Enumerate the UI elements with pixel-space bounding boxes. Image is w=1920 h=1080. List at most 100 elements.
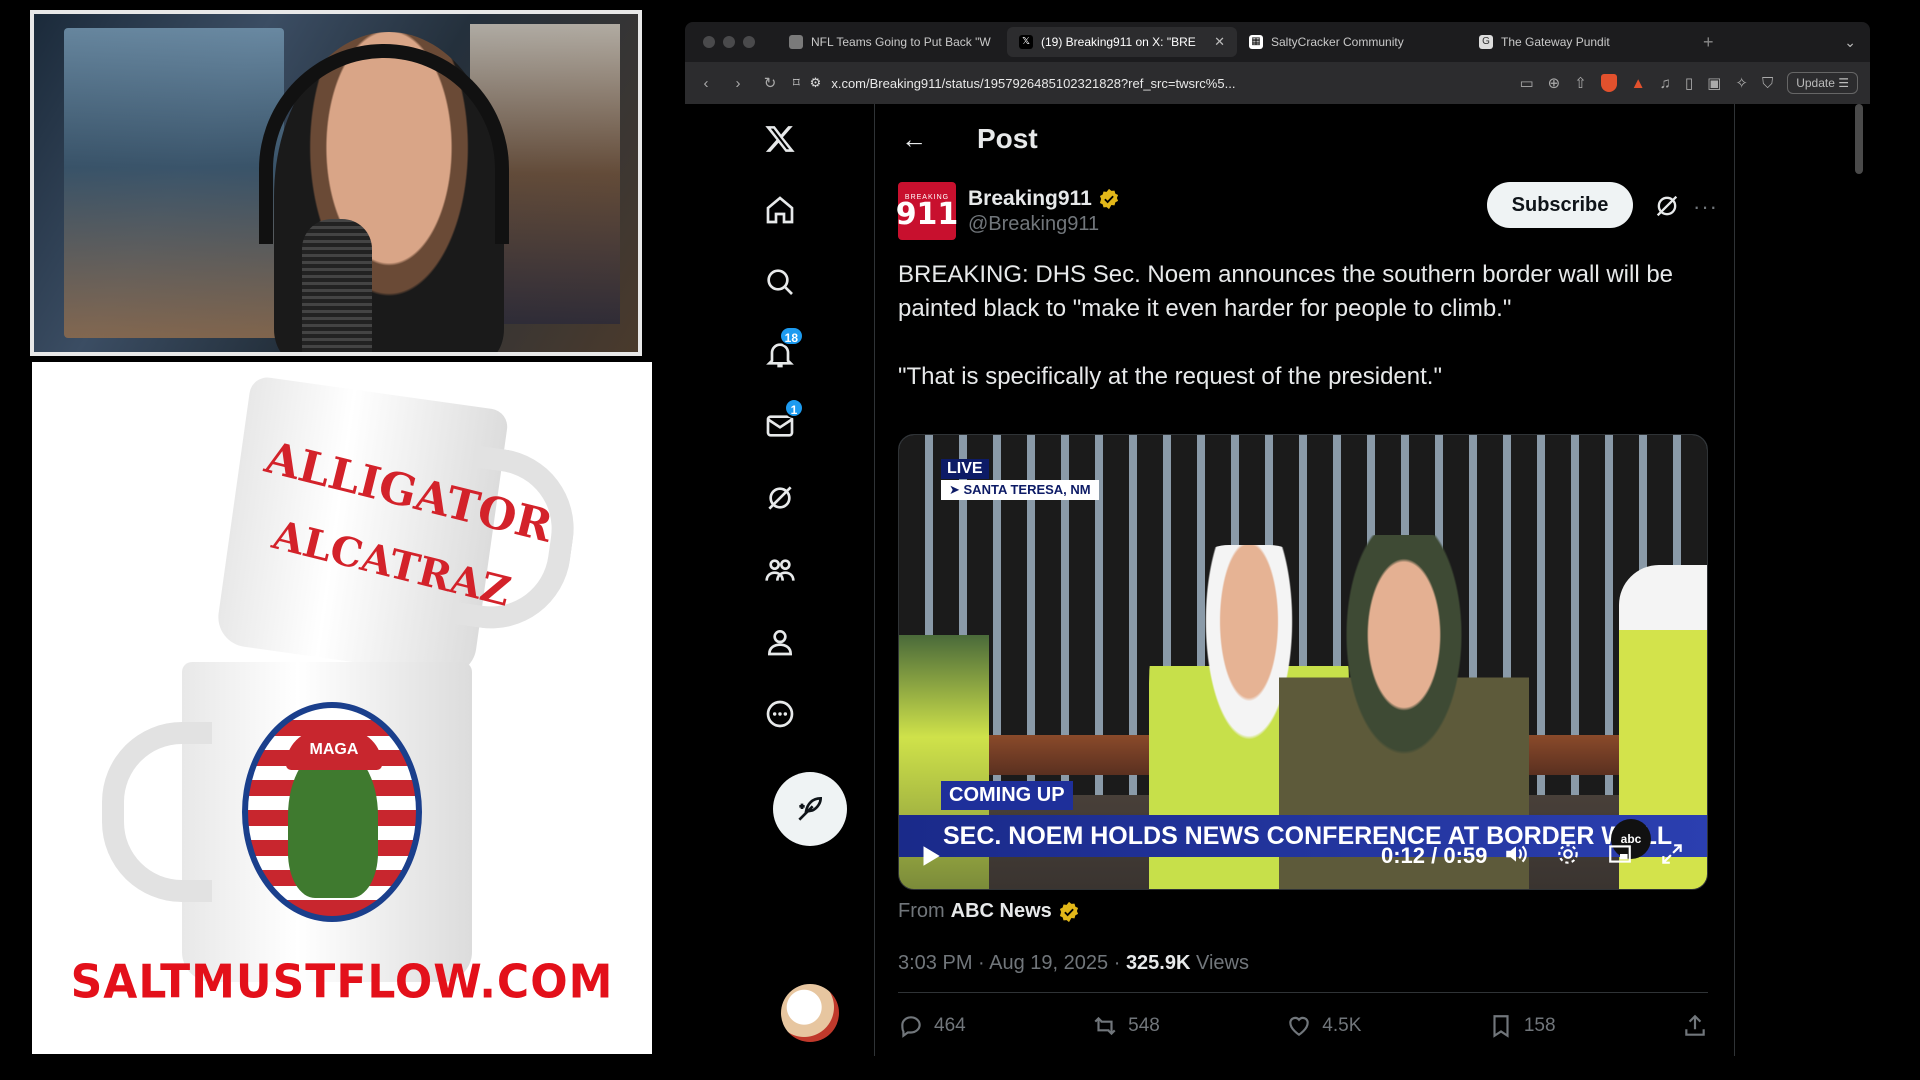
- picture-in-picture-icon[interactable]: [1607, 841, 1633, 867]
- brave-shield-icon[interactable]: [1600, 74, 1617, 92]
- subscribe-button[interactable]: Subscribe: [1487, 182, 1633, 228]
- merch-ad: ALLIGATOR ALCATRAZ MAGA SALTMUSTFLOW.COM: [32, 362, 652, 1054]
- views-count: 325.9K: [1125, 952, 1191, 974]
- fullscreen-icon[interactable]: [1659, 841, 1685, 867]
- author-handle[interactable]: @Breaking911: [968, 213, 1120, 236]
- profile-icon[interactable]: [760, 622, 800, 662]
- bookmark-icon: [1493, 1015, 1509, 1038]
- window-controls: [703, 36, 755, 48]
- minimize-window-button[interactable]: [723, 36, 735, 48]
- post-timestamp[interactable]: 3:03 PM · Aug 19, 2025 ·: [898, 952, 1120, 974]
- reply-button[interactable]: 464: [898, 1013, 966, 1039]
- messages-icon[interactable]: 1: [760, 398, 804, 446]
- x-logo-icon: 𝕏: [1019, 35, 1033, 49]
- source-prefix: From: [898, 900, 945, 922]
- page-title: Post: [977, 123, 1038, 154]
- coming-up-label: COMING UP: [941, 781, 1073, 810]
- post-body: BREAKING: DHS Sec. Noem announces the so…: [898, 258, 1708, 394]
- video-player[interactable]: LIVE ➤ SANTA TERESA, NM COMING UP SEC. N…: [898, 434, 1708, 890]
- post-text-paragraph: BREAKING: DHS Sec. Noem announces the so…: [898, 261, 1674, 322]
- location-label: ➤ SANTA TERESA, NM: [941, 480, 1099, 500]
- author-names: Breaking911 @Breaking911: [968, 187, 1120, 236]
- vpn-icon[interactable]: ⛉: [1762, 75, 1773, 92]
- x-sidebar: 18 1: [685, 104, 875, 1056]
- repost-button[interactable]: 548: [1092, 1013, 1160, 1039]
- address-bar[interactable]: ⌑ ⚙ x.com/Breaking911/status/19579264851…: [793, 75, 1271, 91]
- browser-toolbar: ‹ › ↻ ⌑ ⚙ x.com/Breaking911/status/19579…: [685, 62, 1870, 104]
- live-tag: LIVE ➤ SANTA TERESA, NM: [941, 459, 1099, 500]
- more-icon[interactable]: ···: [1693, 194, 1718, 220]
- author-name: Breaking911: [968, 186, 1092, 210]
- back-arrow-icon[interactable]: ←: [901, 124, 941, 155]
- video-source: From ABC News: [898, 900, 1080, 923]
- location-text: SANTA TERESA, NM: [963, 482, 1091, 497]
- x-page: 18 1 ← Post BREAKING 911 Breaking911 @Br…: [685, 104, 1870, 1056]
- rewards-icon[interactable]: ▲: [1631, 75, 1646, 92]
- tab-gateway-pundit[interactable]: G The Gateway Pundit: [1467, 27, 1697, 57]
- author-avatar[interactable]: BREAKING 911: [895, 182, 959, 240]
- reload-icon[interactable]: ↻: [761, 74, 779, 92]
- volume-icon[interactable]: [1503, 841, 1529, 867]
- live-label: LIVE: [941, 459, 989, 479]
- notifications-badge: 18: [778, 326, 804, 346]
- url-text: x.com/Breaking911/status/195792648510232…: [831, 75, 1236, 91]
- maximize-window-button[interactable]: [743, 36, 755, 48]
- source-name[interactable]: ABC News: [951, 900, 1052, 923]
- tab-breaking911[interactable]: 𝕏 (19) Breaking911 on X: "BRE ✕: [1007, 27, 1237, 57]
- bookmark-button[interactable]: 158: [1488, 1013, 1556, 1039]
- settings-icon[interactable]: [1555, 841, 1581, 867]
- divider: [898, 992, 1708, 993]
- post-author[interactable]: BREAKING 911 Breaking911 @Breaking911: [895, 182, 1120, 240]
- repost-count: 548: [1128, 1015, 1160, 1036]
- repost-icon: [1094, 1016, 1116, 1036]
- home-icon[interactable]: [760, 190, 800, 230]
- post-actions: 464 548 4.5K 158: [898, 1006, 1708, 1046]
- page-scrollbar[interactable]: [1855, 104, 1863, 174]
- tab-icon: [789, 35, 803, 49]
- close-tab-icon[interactable]: ✕: [1214, 34, 1225, 50]
- like-button[interactable]: 4.5K: [1286, 1013, 1361, 1039]
- close-window-button[interactable]: [703, 36, 715, 48]
- feather-icon: [798, 796, 823, 821]
- tab-nfl[interactable]: NFL Teams Going to Put Back "W: [777, 27, 1007, 57]
- update-button[interactable]: Update ☰: [1787, 72, 1858, 94]
- share-button[interactable]: [1682, 1013, 1708, 1039]
- chevron-down-icon[interactable]: ⌄: [1844, 34, 1856, 51]
- grok-explain-icon[interactable]: [1653, 192, 1681, 220]
- grok-icon[interactable]: [760, 478, 800, 518]
- gator-cap: MAGA: [286, 730, 382, 770]
- more-options-icon[interactable]: [760, 694, 800, 734]
- site-settings-icon[interactable]: ⚙: [810, 75, 822, 91]
- post-header: ← Post: [875, 104, 1735, 174]
- tab-label: NFL Teams Going to Put Back "W: [811, 35, 991, 49]
- bookmark-icon[interactable]: ⌑: [793, 75, 800, 91]
- heart-icon: [1289, 1016, 1310, 1036]
- update-label: Update: [1796, 76, 1835, 90]
- search-icon[interactable]: [760, 262, 800, 302]
- account-avatar[interactable]: [781, 984, 839, 1042]
- microphone: [302, 219, 372, 352]
- tab-label: SaltyCracker Community: [1271, 35, 1404, 49]
- wallet-icon[interactable]: ▣: [1707, 74, 1721, 92]
- x-logo-icon[interactable]: [760, 119, 800, 159]
- author-logo-number: 911: [895, 196, 959, 232]
- sidebar-icon[interactable]: ▯: [1685, 74, 1693, 92]
- new-tab-icon[interactable]: +: [1703, 32, 1714, 53]
- share-icon[interactable]: ⇧: [1574, 74, 1587, 92]
- compose-post-button[interactable]: [773, 772, 847, 846]
- reply-icon: [901, 1016, 921, 1038]
- author-name-row[interactable]: Breaking911: [968, 187, 1120, 211]
- back-icon[interactable]: ‹: [697, 75, 715, 92]
- zoom-icon[interactable]: ⊕: [1548, 74, 1561, 92]
- communities-icon[interactable]: [760, 550, 800, 590]
- post-column: ← Post BREAKING 911 Breaking911 @Breakin…: [875, 104, 1735, 1056]
- cast-icon[interactable]: ▭: [1519, 74, 1533, 92]
- extensions-icon[interactable]: ✧: [1735, 74, 1748, 92]
- media-icon[interactable]: ♫: [1660, 75, 1671, 92]
- tab-saltycracker[interactable]: ▦ SaltyCracker Community: [1237, 27, 1467, 57]
- notifications-icon[interactable]: 18: [760, 326, 804, 374]
- tab-label: (19) Breaking911 on X: "BRE: [1041, 35, 1196, 49]
- forward-icon[interactable]: ›: [729, 75, 747, 92]
- like-count: 4.5K: [1322, 1015, 1362, 1036]
- play-icon[interactable]: [917, 843, 943, 869]
